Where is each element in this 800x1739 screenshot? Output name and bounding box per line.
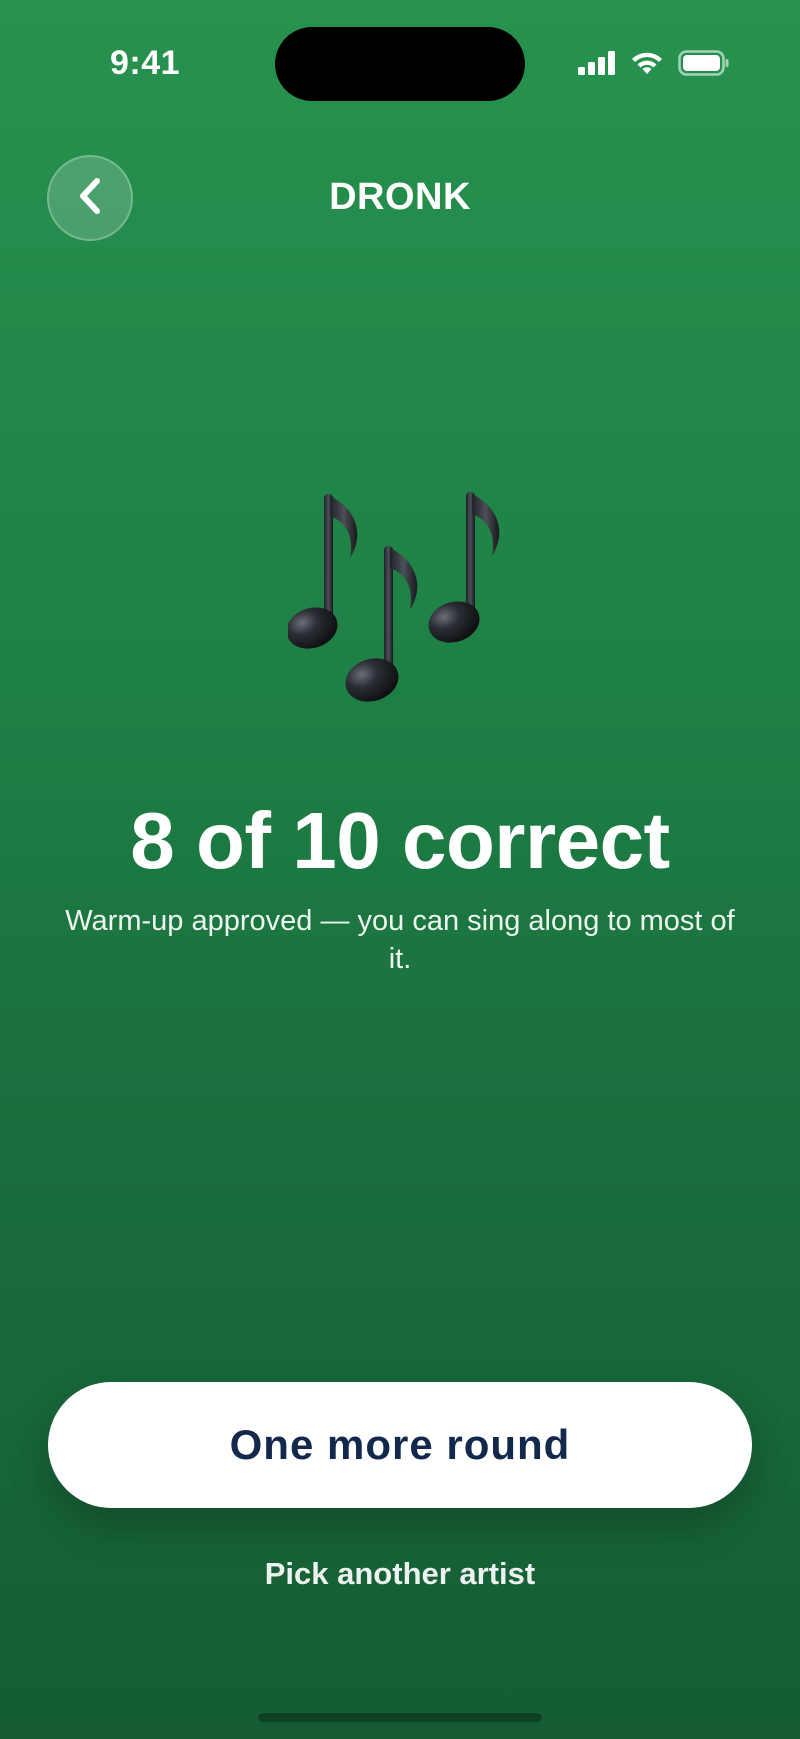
- dynamic-island: [275, 27, 525, 101]
- musical-notes-icon: [286, 488, 512, 708]
- quiz-result-screen: 9:41 DRONK 8 of 10 correct Warm-up appro…: [0, 0, 800, 1739]
- status-time: 9:41: [110, 44, 181, 82]
- home-indicator[interactable]: [258, 1713, 542, 1722]
- result-score-title: 8 of 10 correct: [130, 796, 670, 885]
- cellular-signal-icon: [578, 51, 616, 80]
- wifi-icon: [630, 50, 664, 81]
- one-more-round-button[interactable]: One more round: [48, 1382, 752, 1508]
- battery-icon: [678, 50, 730, 81]
- page-title: DRONK: [329, 176, 471, 218]
- status-icons: [578, 50, 730, 81]
- result-message: Warm-up approved — you can sing along to…: [65, 905, 735, 975]
- pick-another-artist-link[interactable]: Pick another artist: [0, 1556, 800, 1592]
